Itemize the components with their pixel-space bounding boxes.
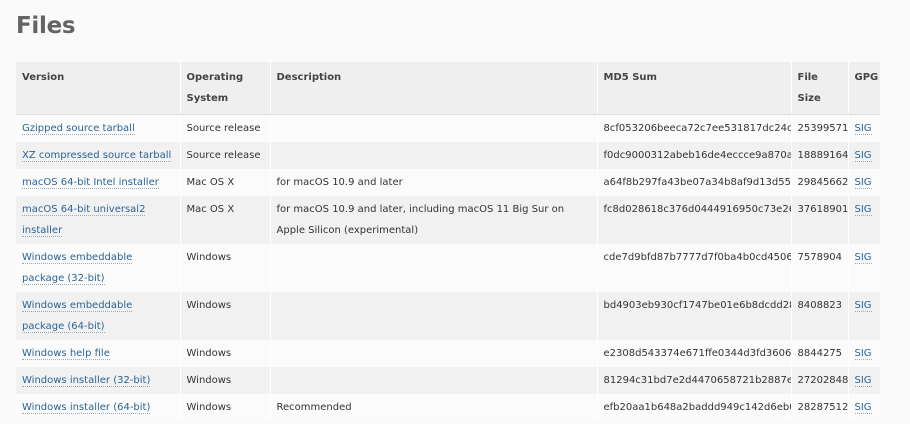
gpg-sig-link[interactable]: SIG [854, 150, 872, 162]
gpg-sig-link[interactable]: SIG [854, 348, 872, 360]
file-size-cell: 28287512 [790, 394, 848, 421]
os-cell: Windows [179, 367, 270, 394]
md5-cell: cde7d9bfd87b7777d7f0ba4b0cd4506d [596, 244, 791, 292]
table-row: Windows embeddable package (32-bit) Wind… [16, 244, 880, 292]
column-header-file-size: File Size [790, 62, 848, 115]
description-cell: for macOS 10.9 and later [269, 169, 597, 196]
description-cell [269, 367, 597, 394]
md5-cell: a64f8b297fa43be07a34b8af9d13d554 [596, 169, 791, 196]
md5-cell: bd4903eb930cf1747be01e6b8dcdd28a [596, 292, 791, 340]
files-table: Version Operating System Description MD5… [16, 62, 880, 421]
gpg-sig-link[interactable]: SIG [854, 204, 872, 216]
md5-cell: 81294c31bd7e2d4470658721b2887ed5 [596, 367, 791, 394]
table-row: XZ compressed source tarball Source rele… [16, 142, 880, 169]
gpg-sig-link[interactable]: SIG [854, 123, 872, 135]
table-row: macOS 64-bit Intel installer Mac OS X fo… [16, 169, 880, 196]
description-cell [269, 244, 597, 292]
os-cell: Windows [179, 244, 270, 292]
download-link[interactable]: Windows embeddable package (64-bit) [22, 300, 133, 333]
table-row: Windows installer (32-bit) Windows 81294… [16, 367, 880, 394]
os-cell: Mac OS X [179, 169, 270, 196]
column-header-md5: MD5 Sum [596, 62, 791, 115]
os-cell: Windows [179, 340, 270, 367]
gpg-sig-link[interactable]: SIG [854, 252, 872, 264]
files-page: Files Version Operating System Descripti… [0, 0, 910, 424]
os-cell: Source release [179, 142, 270, 169]
gpg-sig-link[interactable]: SIG [854, 402, 872, 414]
file-size-cell: 29845662 [790, 169, 848, 196]
column-header-description: Description [269, 62, 597, 115]
md5-cell: 8cf053206beeca72c7ee531817dc24c7 [596, 114, 791, 142]
column-header-gpg: GPG [847, 62, 880, 115]
description-cell [269, 292, 597, 340]
file-size-cell: 8408823 [790, 292, 848, 340]
download-link[interactable]: XZ compressed source tarball [22, 150, 172, 162]
file-size-cell: 37618901 [790, 196, 848, 244]
download-link[interactable]: Windows embeddable package (32-bit) [22, 252, 133, 285]
table-header-row: Version Operating System Description MD5… [16, 62, 880, 115]
os-cell: Source release [179, 114, 270, 142]
table-row: macOS 64-bit universal2 installer Mac OS… [16, 196, 880, 244]
md5-cell: fc8d028618c376d0444916950c73e263 [596, 196, 791, 244]
file-size-cell: 8844275 [790, 340, 848, 367]
download-link[interactable]: macOS 64-bit Intel installer [22, 177, 159, 189]
md5-cell: f0dc9000312abeb16de4eccce9a870ab [596, 142, 791, 169]
table-row: Gzipped source tarball Source release 8c… [16, 114, 880, 142]
gpg-sig-link[interactable]: SIG [854, 177, 872, 189]
download-link[interactable]: Gzipped source tarball [22, 123, 135, 135]
download-link[interactable]: macOS 64-bit universal2 installer [22, 204, 146, 237]
download-link[interactable]: Windows help file [22, 348, 110, 360]
table-row: Windows embeddable package (64-bit) Wind… [16, 292, 880, 340]
gpg-sig-link[interactable]: SIG [854, 375, 872, 387]
table-row: Windows installer (64-bit) Windows Recom… [16, 394, 880, 421]
file-size-cell: 25399571 [790, 114, 848, 142]
column-header-version: Version [16, 62, 180, 115]
os-cell: Windows [179, 394, 270, 421]
os-cell: Windows [179, 292, 270, 340]
description-cell: Recommended [269, 394, 597, 421]
column-header-os: Operating System [179, 62, 270, 115]
page-title: Files [16, 13, 76, 39]
description-cell: for macOS 10.9 and later, including macO… [269, 196, 597, 244]
os-cell: Mac OS X [179, 196, 270, 244]
file-size-cell: 7578904 [790, 244, 848, 292]
download-link[interactable]: Windows installer (64-bit) [22, 402, 151, 414]
md5-cell: efb20aa1b648a2baddd949c142d6eb06 [596, 394, 791, 421]
file-size-cell: 27202848 [790, 367, 848, 394]
download-link[interactable]: Windows installer (32-bit) [22, 375, 151, 387]
description-cell [269, 114, 597, 142]
gpg-sig-link[interactable]: SIG [854, 300, 872, 312]
md5-cell: e2308d543374e671ffe0344d3fd36062 [596, 340, 791, 367]
file-size-cell: 18889164 [790, 142, 848, 169]
description-cell [269, 340, 597, 367]
table-row: Windows help file Windows e2308d543374e6… [16, 340, 880, 367]
description-cell [269, 142, 597, 169]
